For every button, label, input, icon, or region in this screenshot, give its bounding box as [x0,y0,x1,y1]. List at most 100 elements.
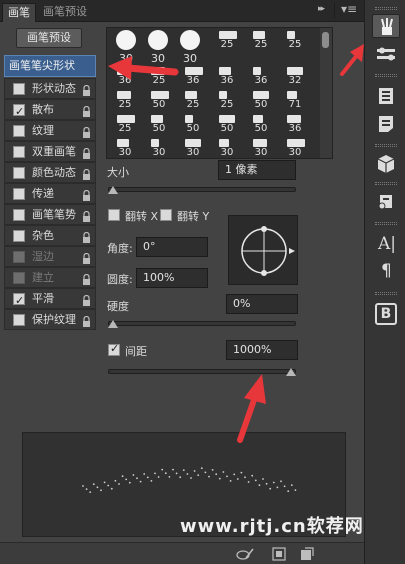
hardness-slider-track[interactable] [108,321,296,326]
roundness-field[interactable]: 100% [136,268,208,288]
option-item[interactable]: 纹理 [4,120,96,141]
brush-panel-icon[interactable] [372,14,400,38]
option-checkbox[interactable] [13,251,25,263]
brush-tip-cell[interactable]: 50 [177,114,209,134]
option-item[interactable]: 颜色动态 [4,162,96,183]
character-icon[interactable]: A| [372,232,400,256]
dock-grip[interactable] [375,144,397,147]
lock-icon[interactable] [82,314,91,327]
brush-tip-shape-item[interactable]: 画笔笔尖形状 [4,55,96,77]
lock-icon[interactable] [82,272,91,285]
layer-comps-icon[interactable] [372,84,400,108]
brush-tip-cell[interactable]: 30 [143,138,175,158]
hardness-slider-knob[interactable] [108,320,118,328]
brush-tip-cell[interactable]: 25 [211,90,243,110]
dock-grip[interactable] [375,182,397,185]
size-slider-track[interactable] [108,187,296,192]
brush-tip-cell[interactable]: 30 [245,138,277,158]
lock-icon[interactable] [82,209,91,222]
brush-tip-cell[interactable]: 25 [143,66,175,86]
brush-grid-scroll-thumb[interactable] [322,32,329,48]
create-brush-icon[interactable] [272,547,286,561]
brush-tip-cell[interactable]: 50 [211,114,243,134]
lock-icon[interactable] [82,188,91,201]
brush-tip-cell[interactable]: 36 [177,66,209,86]
tab-brush[interactable]: 画笔 [2,3,36,22]
brush-tip-cell[interactable]: 25 [211,30,243,50]
spacing-slider-knob[interactable] [286,368,296,376]
brush-tip-cell[interactable]: 30 [141,30,173,66]
brush-tip-cell[interactable]: 36 [109,66,141,86]
option-item[interactable]: 形状动态 [4,78,96,99]
brush-tip-cell[interactable]: 25 [245,30,277,50]
hardness-field[interactable]: 0% [226,294,298,314]
option-checkbox[interactable] [13,230,25,242]
option-item[interactable]: ✓ 散布 [4,99,96,120]
brush-presets-button[interactable]: 画笔预设 [16,28,82,48]
option-checkbox[interactable]: ✓ [13,104,25,118]
angle-roundness-widget[interactable] [228,215,298,285]
option-item[interactable]: ✓ 平滑 [4,288,96,309]
lock-icon[interactable] [82,125,91,138]
flip-x-checkbox[interactable] [108,209,120,221]
option-checkbox[interactable] [13,83,25,95]
option-item[interactable]: 传递 [4,183,96,204]
brush-tip-cell[interactable]: 25 [177,90,209,110]
lock-icon[interactable] [82,230,91,243]
dock-grip[interactable] [375,292,397,295]
brush-tip-cell[interactable]: 30 [109,138,141,158]
brush-tip-cell[interactable]: 30 [177,138,209,158]
option-checkbox[interactable] [13,146,25,158]
brush-tip-cell[interactable]: 71 [279,90,311,110]
brush-tip-cell[interactable]: 50 [143,114,175,134]
spacing-slider-track[interactable] [108,369,296,374]
dock-grip[interactable] [375,74,397,77]
lock-icon[interactable] [82,83,91,96]
size-field[interactable]: 1 像素 [218,160,296,180]
option-item[interactable]: 画笔笔势 [4,204,96,225]
brush-tip-cell[interactable]: 30 [173,30,205,66]
lock-icon[interactable] [82,167,91,180]
brush-tip-cell[interactable]: 30 [211,138,243,158]
option-checkbox[interactable]: ✓ [13,293,25,307]
brush-grid-scrollbar[interactable] [320,28,332,158]
brush-tip-cell[interactable]: 50 [245,114,277,134]
spacing-field[interactable]: 1000% [226,340,298,360]
lock-icon[interactable] [82,251,91,264]
panel-menu-icon[interactable]: ▾≡ [341,2,357,16]
option-item[interactable]: 建立 [4,267,96,288]
option-item[interactable]: 杂色 [4,225,96,246]
dock-grip[interactable] [375,222,397,225]
option-checkbox[interactable] [13,314,25,326]
option-checkbox[interactable] [13,272,25,284]
brush-tip-cell[interactable]: 36 [245,66,277,86]
brush-tip-cell[interactable]: 30 [279,138,311,158]
paragraph-icon[interactable]: ¶ [372,260,400,284]
brush-tip-cell[interactable]: 50 [245,90,277,110]
angle-field[interactable]: 0° [136,237,208,257]
brush-tip-grid[interactable]: 30 30 30 25 25 25 36 25 36 36 36 32 25 50 25 25 50 71 25 50… [106,27,333,159]
lock-icon[interactable] [82,293,91,306]
option-item[interactable]: 保护纹理 [4,309,96,330]
option-checkbox[interactable] [13,125,25,137]
3d-icon[interactable] [372,152,400,176]
brush-presets-icon[interactable] [372,42,400,66]
lock-icon[interactable] [82,146,91,159]
option-item[interactable]: 双重画笔 [4,141,96,162]
brush-tip-cell[interactable]: 25 [279,30,311,50]
brush-tip-cell[interactable]: 36 [279,114,311,134]
brush-tip-cell[interactable]: 25 [109,114,141,134]
dock-grip[interactable] [375,7,397,10]
brush-tip-cell[interactable]: 50 [143,90,175,110]
brush-tip-cell[interactable]: 32 [279,66,311,86]
brush-tip-cell[interactable]: 36 [211,66,243,86]
flip-y-checkbox[interactable] [160,209,172,221]
lock-icon[interactable] [82,104,91,117]
notes-icon[interactable] [372,112,400,136]
option-checkbox[interactable] [13,167,25,179]
brush-tip-cell[interactable]: 30 [109,30,141,66]
double-chevron-right-icon[interactable]: ▸▸ [318,4,325,14]
size-slider-knob[interactable] [108,186,118,194]
option-checkbox[interactable] [13,209,25,221]
toggle-hardness-icon[interactable] [236,547,254,561]
